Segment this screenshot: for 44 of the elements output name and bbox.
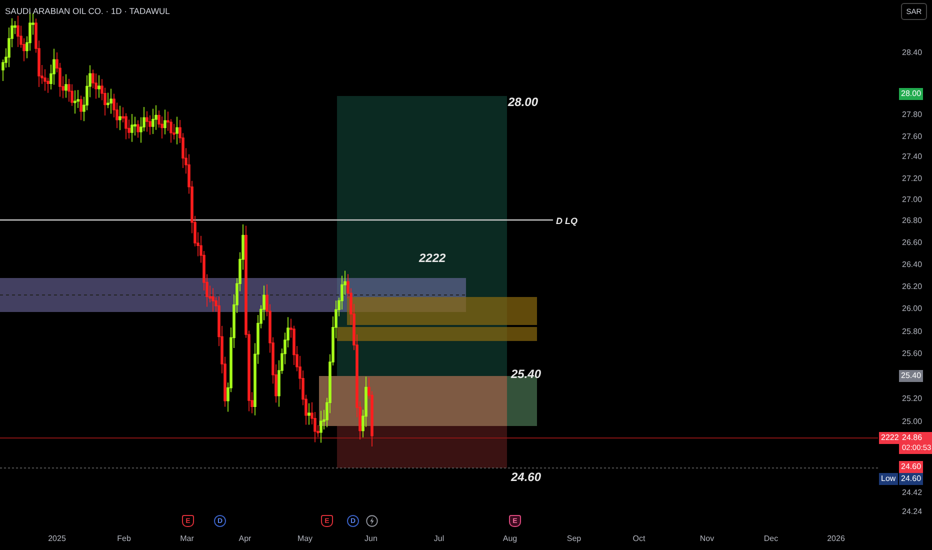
stop-price-label: 24.60: [511, 470, 542, 484]
time-label: Sep: [566, 534, 582, 543]
price-tick: 27.40: [902, 151, 922, 163]
price-tick: 25.20: [902, 393, 922, 405]
time-label: 2026: [827, 534, 845, 543]
time-label: Jul: [434, 534, 444, 543]
chart-title: SAUDI ARABIAN OIL CO. · 1D · TADAWUL: [5, 6, 170, 16]
price-tick: 24.42: [902, 487, 922, 499]
price-badge: 24.60: [899, 461, 924, 473]
price-tick: 27.60: [902, 131, 922, 143]
price-tick: 26.40: [902, 259, 922, 271]
price-tick: 27.00: [902, 194, 922, 206]
price-label-tag: 2222: [879, 432, 901, 444]
price-tick: 24.24: [902, 506, 922, 518]
price-badge: 25.40: [899, 370, 924, 382]
time-label: Apr: [238, 534, 252, 543]
note-label: 2222: [419, 251, 446, 265]
lightning-icon[interactable]: [366, 515, 378, 527]
price-tick: 27.80: [902, 109, 922, 121]
time-label: Nov: [700, 534, 714, 543]
price-tick: 26.80: [902, 215, 922, 227]
time-label: Aug: [502, 534, 518, 543]
time-label: Feb: [117, 534, 131, 543]
time-label: Mar: [180, 534, 194, 543]
price-tick: 28.40: [902, 47, 922, 59]
time-label: Jun: [364, 534, 378, 543]
price-label-tag: Low: [879, 473, 898, 485]
price-tick: 26.00: [902, 303, 922, 315]
price-tick: 25.00: [902, 416, 922, 428]
price-tick: 25.80: [902, 326, 922, 338]
time-label: Dec: [764, 534, 778, 543]
price-tick: 26.60: [902, 237, 922, 249]
target-price-label: 28.00: [508, 95, 538, 109]
entry-price-label: 25.40: [511, 367, 542, 381]
price-badge: 24.60: [899, 473, 924, 485]
line-label: D LQ: [556, 216, 578, 226]
price-tick: 26.20: [902, 281, 922, 293]
price-tick: 27.20: [902, 173, 922, 185]
last-price: 24.86: [902, 433, 924, 443]
price-badge: 28.00: [899, 88, 924, 100]
time-label: 2025: [48, 534, 66, 543]
time-label: May: [297, 534, 313, 543]
price-tick: 25.60: [902, 348, 922, 360]
time-label: Oct: [632, 534, 646, 543]
